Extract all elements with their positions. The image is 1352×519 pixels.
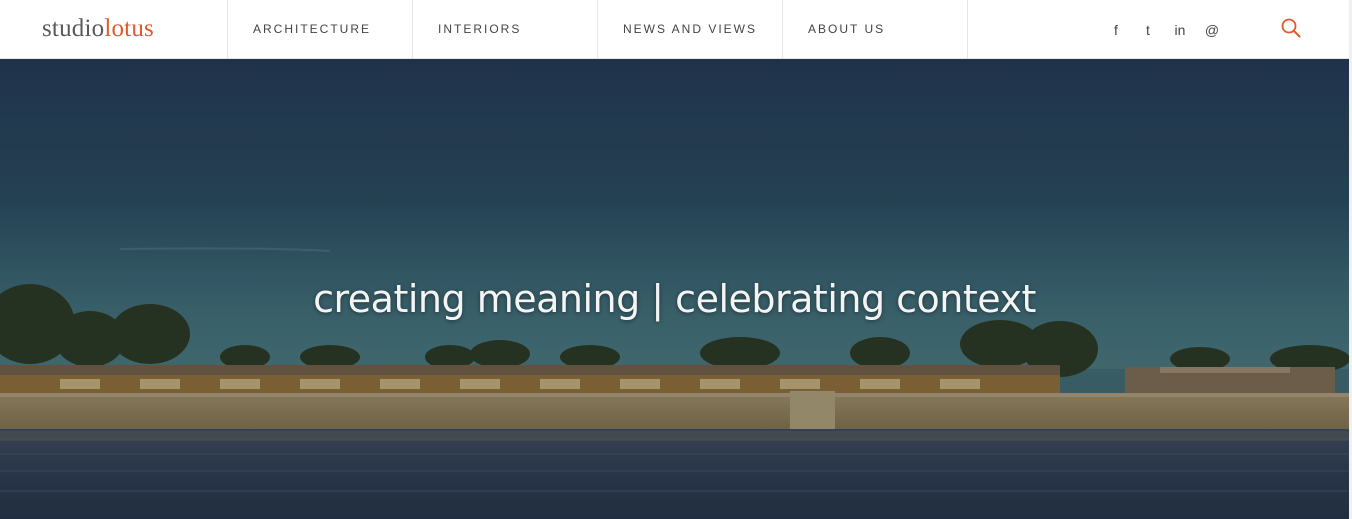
main-nav: ARCHITECTURE INTERIORS NEWS AND VIEWS AB…	[228, 0, 968, 59]
nav-item-architecture[interactable]: ARCHITECTURE	[228, 0, 413, 59]
search-icon[interactable]	[1280, 17, 1302, 39]
site-logo[interactable]: studio lotus	[0, 0, 228, 59]
linkedin-icon[interactable]: in	[1164, 22, 1196, 38]
site-header: studio lotus ARCHITECTURE INTERIORS NEWS …	[0, 0, 1349, 59]
social-links: f t in @	[1100, 0, 1228, 59]
hero-tagline: creating meaning | celebrating context	[313, 277, 1036, 321]
logo-text-lotus: lotus	[104, 15, 154, 42]
email-icon[interactable]: @	[1196, 22, 1228, 38]
nav-item-interiors[interactable]: INTERIORS	[413, 0, 598, 59]
hero-banner: creating meaning | celebrating context	[0, 59, 1349, 519]
nav-item-news-and-views[interactable]: NEWS AND VIEWS	[598, 0, 783, 59]
twitter-icon[interactable]: t	[1132, 22, 1164, 38]
logo-text-studio: studio	[42, 15, 105, 42]
nav-item-about-us[interactable]: ABOUT US	[783, 0, 968, 59]
facebook-icon[interactable]: f	[1100, 22, 1132, 38]
